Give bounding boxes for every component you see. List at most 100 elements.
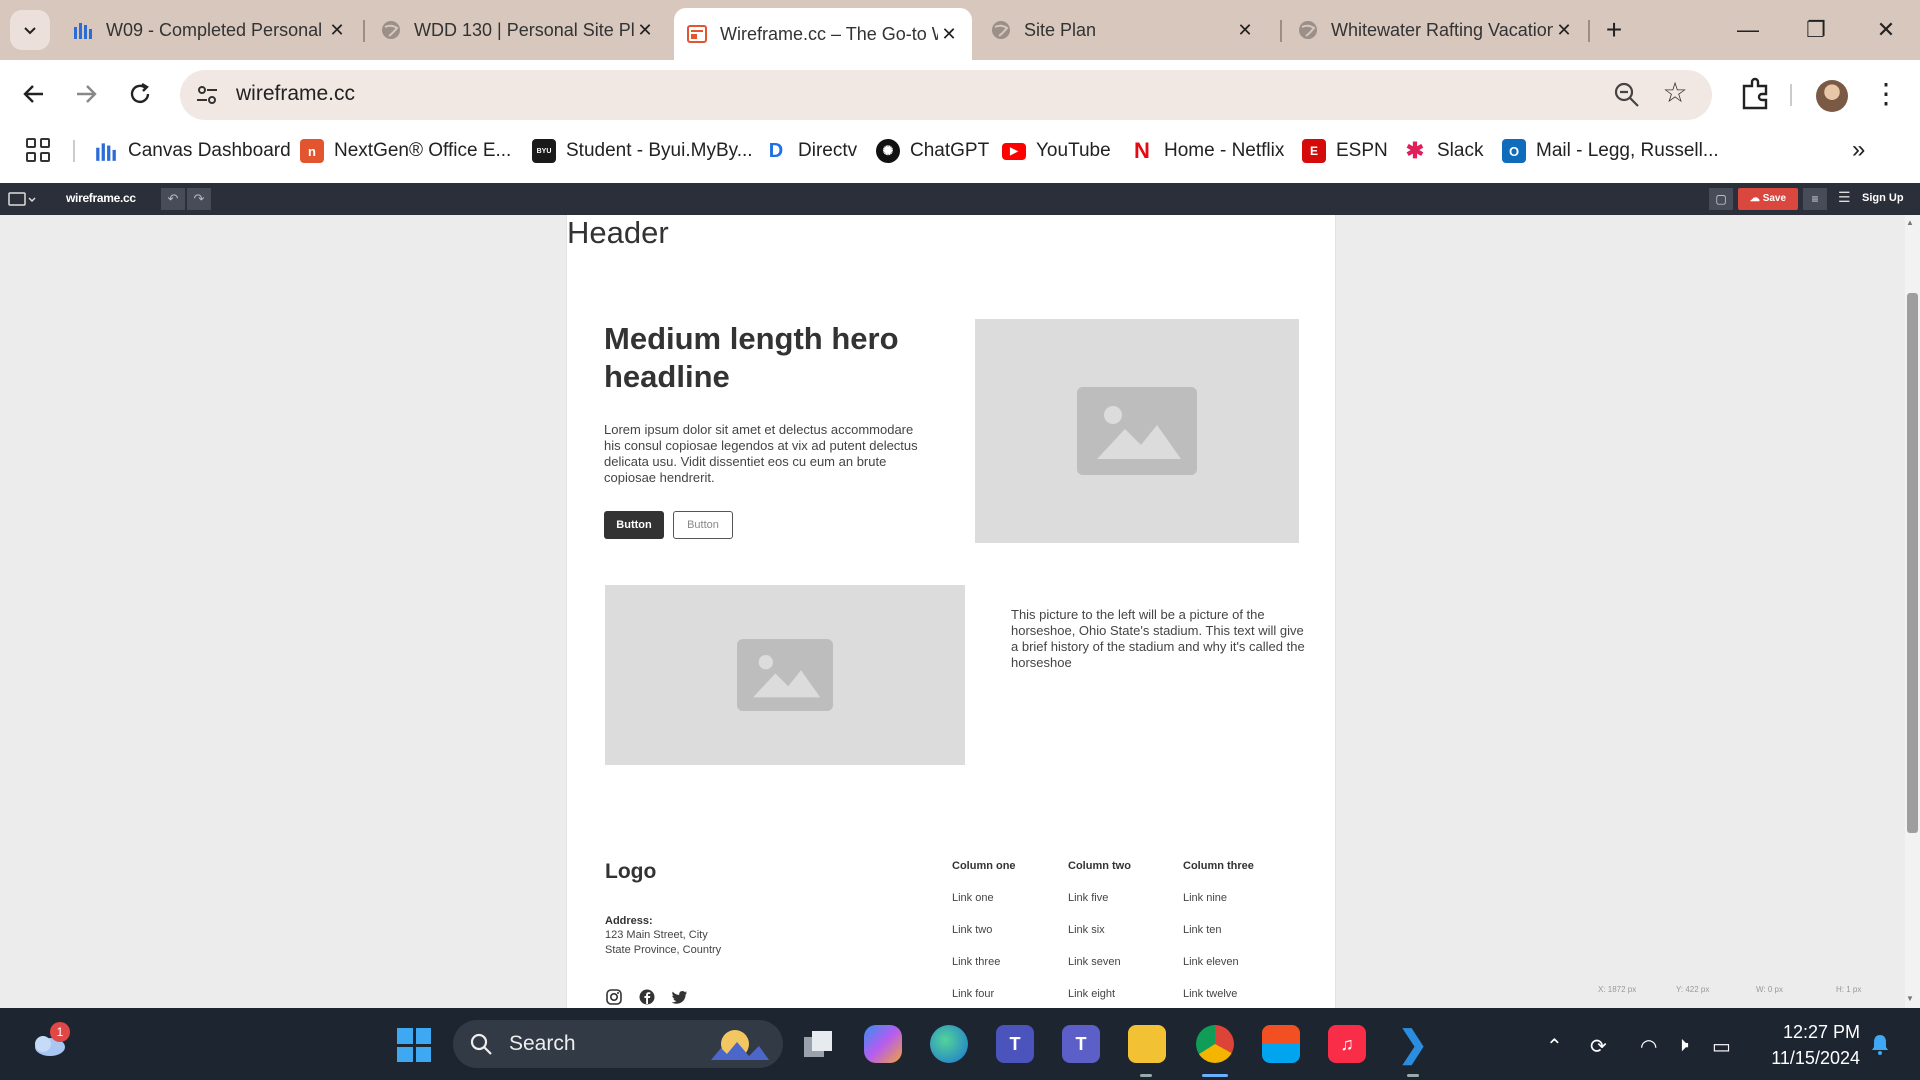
hero-secondary-button[interactable]: Button <box>673 511 733 539</box>
reload-button[interactable] <box>120 74 160 114</box>
vscode-icon[interactable]: ❯ <box>1394 1023 1432 1064</box>
bookmark-canvas-dashboard[interactable]: Canvas Dashboard <box>94 136 291 166</box>
scroll-up-arrow[interactable]: ▲ <box>1906 218 1914 227</box>
footer-link[interactable]: Link eleven <box>1183 956 1239 968</box>
app-logo[interactable]: wireframe.cc <box>66 191 136 205</box>
taskbar-search[interactable]: Search <box>453 1020 783 1068</box>
teams-icon[interactable]: T <box>996 1025 1034 1063</box>
bookmark-netflix[interactable]: N Home - Netflix <box>1130 136 1284 166</box>
close-icon[interactable]: ✕ <box>1234 19 1256 41</box>
comment-icon[interactable]: ▢ <box>1709 188 1733 210</box>
tab-search-button[interactable] <box>10 10 50 50</box>
redo-button[interactable]: ↷ <box>187 188 211 210</box>
bookmark-directv[interactable]: D Directv <box>764 136 857 166</box>
save-button[interactable]: ☁ Save <box>1738 188 1798 210</box>
itunes-icon[interactable]: ♫ <box>1328 1025 1366 1063</box>
url-text[interactable]: wireframe.cc <box>236 82 355 106</box>
task-view-icon[interactable] <box>800 1025 838 1063</box>
file-explorer-icon[interactable] <box>1128 1025 1166 1063</box>
zoom-icon[interactable] <box>1612 80 1642 110</box>
site-settings-icon[interactable] <box>194 82 220 108</box>
footer-link[interactable]: Link twelve <box>1183 988 1237 1000</box>
stadium-image-placeholder[interactable] <box>605 585 965 765</box>
clock-date[interactable]: 11/15/2024 <box>1740 1048 1860 1069</box>
sign-up-link[interactable]: Sign Up <box>1862 192 1904 204</box>
tab-w09[interactable]: W09 - Completed Personal Site ✕ <box>60 9 360 51</box>
forward-button[interactable] <box>66 74 106 114</box>
close-icon[interactable]: ✕ <box>634 19 656 41</box>
footer-link[interactable]: Link six <box>1068 924 1105 936</box>
close-icon[interactable]: ✕ <box>1553 19 1575 41</box>
tab-site-plan[interactable]: Site Plan ✕ <box>978 9 1268 51</box>
sync-icon[interactable]: ⟳ <box>1590 1034 1607 1059</box>
instagram-icon[interactable] <box>605 988 623 1006</box>
footer-link[interactable]: Link seven <box>1068 956 1121 968</box>
browser-menu-button[interactable]: ⋮ <box>1872 74 1900 114</box>
undo-button[interactable]: ↶ <box>161 188 185 210</box>
bookmarks-overflow-icon[interactable]: » <box>1852 136 1865 164</box>
clock-time[interactable]: 12:27 PM <box>1760 1022 1860 1043</box>
chrome-icon[interactable] <box>1196 1025 1234 1063</box>
hero-headline[interactable]: Medium length hero headline <box>604 320 944 396</box>
bookmark-star-icon[interactable]: ☆ <box>1660 78 1690 108</box>
hero-primary-button[interactable]: Button <box>604 511 664 539</box>
footer-link[interactable]: Link one <box>952 892 994 904</box>
copilot-icon[interactable] <box>864 1025 902 1063</box>
notification-bell-icon[interactable] <box>1868 1032 1892 1056</box>
stadium-description[interactable]: This picture to the left will be a pictu… <box>1011 607 1311 671</box>
tab-wireframe[interactable]: Wireframe.cc – The Go-to Wireframe ✕ <box>674 8 972 60</box>
footer-link[interactable]: Link two <box>952 924 992 936</box>
wireframe-canvas[interactable]: Header Medium length hero headline Lorem… <box>0 215 1920 1008</box>
bookmark-mail[interactable]: O Mail - Legg, Russell... <box>1502 136 1719 166</box>
footer-column-heading[interactable]: Column two <box>1068 860 1131 872</box>
wireframe-page[interactable]: Header Medium length hero headline Lorem… <box>566 215 1336 1008</box>
window-close-button[interactable]: ✕ <box>1866 14 1906 46</box>
extensions-icon[interactable] <box>1738 74 1772 114</box>
tab-wdd130[interactable]: WDD 130 | Personal Site Plan ✕ <box>368 9 668 51</box>
start-button[interactable] <box>397 1028 431 1062</box>
bookmark-slack[interactable]: ✱ Slack <box>1403 136 1484 166</box>
facebook-icon[interactable] <box>638 988 656 1006</box>
view-toggle-icon[interactable] <box>8 191 36 207</box>
hero-paragraph[interactable]: Lorem ipsum dolor sit amet et delectus a… <box>604 422 924 486</box>
hamburger-icon[interactable]: ☰ <box>1838 189 1851 206</box>
bookmark-espn[interactable]: E ESPN <box>1302 136 1388 166</box>
scroll-down-arrow[interactable]: ▼ <box>1906 994 1914 1003</box>
bookmark-nextgen[interactable]: n NextGen® Office E... <box>300 136 511 166</box>
scrollbar-thumb[interactable] <box>1907 293 1918 833</box>
address-bar[interactable]: wireframe.cc ☆ <box>180 70 1712 120</box>
footer-link[interactable]: Link nine <box>1183 892 1227 904</box>
twitter-icon[interactable] <box>671 988 689 1006</box>
volume-icon[interactable]: 🕨 <box>1676 1034 1689 1057</box>
wireframe-header-text[interactable]: Header <box>567 215 669 251</box>
tab-whitewater[interactable]: Whitewater Rafting Vacations ✕ <box>1285 9 1587 51</box>
apps-grid-icon[interactable] <box>26 138 50 162</box>
footer-address[interactable]: 123 Main Street, City State Province, Co… <box>605 928 805 958</box>
new-tab-button[interactable]: + <box>1598 14 1630 46</box>
bookmark-youtube[interactable]: ▶ YouTube <box>1002 136 1111 166</box>
teams-work-icon[interactable]: T <box>1062 1025 1100 1063</box>
close-icon[interactable]: ✕ <box>938 23 960 45</box>
footer-link[interactable]: Link three <box>952 956 1000 968</box>
wifi-icon[interactable]: ◠ <box>1640 1034 1657 1059</box>
footer-column-heading[interactable]: Column one <box>952 860 1016 872</box>
footer-link[interactable]: Link eight <box>1068 988 1115 1000</box>
edge-icon[interactable] <box>930 1025 968 1063</box>
close-icon[interactable]: ✕ <box>326 19 348 41</box>
battery-icon[interactable]: ▭ <box>1712 1034 1731 1059</box>
bookmark-chatgpt[interactable]: ✺ ChatGPT <box>876 136 989 166</box>
footer-link[interactable]: Link five <box>1068 892 1108 904</box>
footer-link[interactable]: Link four <box>952 988 994 1000</box>
footer-address-label[interactable]: Address: <box>605 915 653 927</box>
back-button[interactable] <box>14 74 54 114</box>
profile-avatar[interactable] <box>1816 80 1848 112</box>
tray-overflow-icon[interactable]: ⌃ <box>1546 1034 1563 1059</box>
minimize-button[interactable]: — <box>1728 14 1768 46</box>
store-icon[interactable] <box>1262 1025 1300 1063</box>
restore-button[interactable]: ❐ <box>1796 14 1836 46</box>
bookmark-byui[interactable]: BYU Student - Byui.MyBy... <box>532 136 753 166</box>
hero-image-placeholder[interactable] <box>975 319 1299 543</box>
settings-icon[interactable]: ≡ <box>1803 188 1827 210</box>
footer-logo[interactable]: Logo <box>605 860 656 884</box>
footer-column-heading[interactable]: Column three <box>1183 860 1254 872</box>
